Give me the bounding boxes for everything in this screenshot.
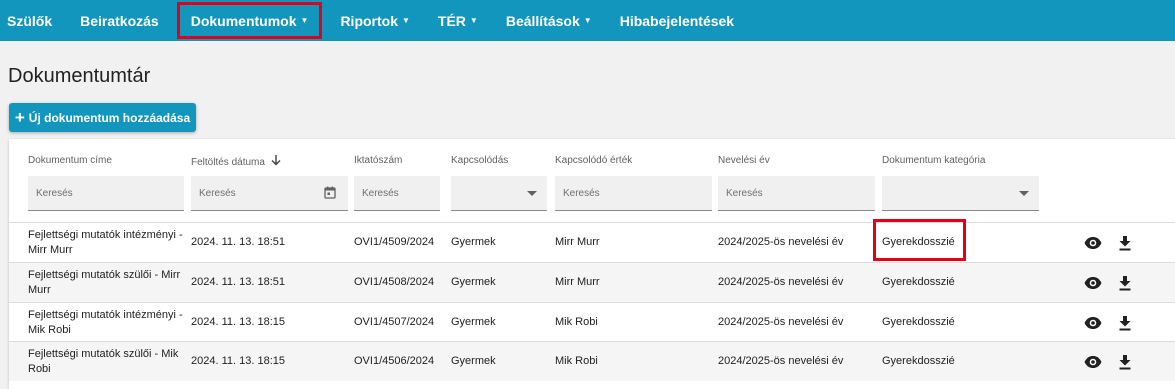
view-eye-icon[interactable] — [1084, 314, 1102, 332]
filter-category-select[interactable] — [882, 176, 1039, 211]
column-header-title[interactable]: Dokumentum címe — [28, 155, 112, 166]
nav-item-beiratkozás[interactable]: Beiratkozás — [66, 0, 173, 41]
highlight-box — [873, 219, 966, 261]
cell-link_value: Mirr Murr — [555, 236, 600, 248]
nav-item-tér[interactable]: TÉR ▼ — [424, 0, 492, 41]
column-header-label: Kapcsolódó érték — [555, 155, 633, 166]
cell-date: 2024. 11. 13. 18:15 — [191, 316, 285, 328]
filter-placeholder: Keresés — [362, 187, 399, 199]
nav-item-label: Szülők — [7, 12, 53, 29]
cell-date: 2024. 11. 13. 18:51 — [191, 276, 285, 288]
add-document-button[interactable]: + Új dokumentum hozzáadása — [9, 103, 196, 132]
cell-title: Fejlettségi mutatók szülői - Mik Robi — [28, 347, 179, 375]
filter-placeholder: Keresés — [36, 187, 73, 199]
cell-link_value: Mik Robi — [555, 316, 598, 328]
caret-down-icon: ▼ — [402, 16, 410, 25]
dropdown-arrow-icon[interactable] — [527, 191, 537, 196]
cell-link: Gyermek — [451, 236, 496, 248]
filter-date-input[interactable]: Keresés — [191, 176, 348, 211]
caret-down-icon: ▼ — [469, 16, 478, 25]
table-row[interactable]: Fejlettségi mutatók intézményi - Mik Rob… — [9, 302, 1175, 342]
cell-title: Fejlettségi mutatók intézményi - Mirr Mu… — [28, 228, 183, 256]
cell-category: Gyerekdosszié — [882, 355, 955, 367]
column-header-label: Dokumentum kategória — [882, 155, 986, 166]
nav-item-label: Dokumentumok — [190, 12, 297, 29]
cell-year: 2024/2025-ös nevelési év — [718, 276, 844, 288]
view-eye-icon[interactable] — [1084, 353, 1102, 371]
filter-ref-input[interactable]: Keresés — [354, 176, 440, 211]
documents-table: Dokumentum címe Keresés Feltöltés dátuma Ke… — [9, 139, 1175, 389]
filter-placeholder: Keresés — [726, 187, 763, 199]
plus-icon: + — [14, 107, 25, 127]
sort-arrow-down-icon[interactable] — [271, 155, 281, 169]
column-header-label: Nevelési év — [718, 155, 770, 166]
cell-year: 2024/2025-ös nevelési év — [718, 355, 844, 367]
add-document-label: Új dokumentum hozzáadása — [28, 110, 191, 125]
cell-ref: OVI1/4508/2024 — [354, 276, 435, 288]
calendar-icon[interactable] — [324, 186, 336, 202]
table-row[interactable]: Fejlettségi mutatók intézményi - Mirr Mu… — [9, 219, 1175, 262]
cell-date: 2024. 11. 13. 18:51 — [191, 236, 285, 248]
cell-link: Gyermek — [451, 355, 496, 367]
table-row[interactable]: Fejlettségi mutatók szülői - Mirr Murr 20… — [9, 262, 1175, 302]
cell-link: Gyermek — [451, 276, 496, 288]
nav-item-dokumentumok[interactable]: Dokumentumok ▼ — [176, 2, 323, 39]
cell-link_value: Mik Robi — [555, 355, 598, 367]
column-header-link_value[interactable]: Kapcsolódó érték — [555, 155, 632, 166]
nav-item-beállítások[interactable]: Beállítások ▼ — [492, 0, 606, 41]
download-icon[interactable] — [1116, 274, 1134, 292]
cell-year: 2024/2025-ös nevelési év — [718, 316, 844, 328]
view-eye-icon[interactable] — [1084, 234, 1102, 252]
column-header-label: Kapcsolódás — [451, 155, 509, 166]
column-header-category[interactable]: Dokumentum kategória — [882, 155, 985, 166]
nav-item-riportok[interactable]: Riportok ▼ — [326, 0, 423, 41]
top-navigation-bar: Szülők Beiratkozás Dokumentumok ▼ Riportok ▼ T… — [0, 0, 1175, 41]
cell-ref: OVI1/4509/2024 — [354, 236, 435, 248]
nav-item-label: Beiratkozás — [80, 12, 159, 29]
nav-item-label: Hibabejelentések — [619, 12, 735, 29]
column-header-label: Iktatószám — [354, 155, 403, 166]
page-title: Dokumentumtár — [8, 65, 151, 87]
filter-placeholder: Keresés — [563, 187, 600, 199]
column-header-label: Dokumentum címe — [28, 155, 112, 166]
cell-ref: OVI1/4506/2024 — [354, 355, 435, 367]
download-icon[interactable] — [1116, 314, 1134, 332]
column-header-year[interactable]: Nevelési év — [718, 155, 770, 166]
column-header-label: Feltöltés dátuma — [191, 156, 265, 168]
column-header-link[interactable]: Kapcsolódás — [451, 155, 508, 166]
cell-ref: OVI1/4507/2024 — [354, 316, 435, 328]
cell-category: Gyerekdosszié — [882, 316, 955, 328]
view-eye-icon[interactable] — [1084, 274, 1102, 292]
cell-link_value: Mirr Murr — [555, 276, 600, 288]
filter-year-input[interactable]: Keresés — [718, 176, 875, 211]
column-header-date[interactable]: Feltöltés dátuma — [191, 155, 281, 169]
filter-title-input[interactable]: Keresés — [28, 176, 184, 211]
download-icon[interactable] — [1116, 234, 1134, 252]
nav-item-label: TÉR — [437, 12, 466, 29]
cell-title: Fejlettségi mutatók intézményi - Mik Rob… — [28, 308, 183, 336]
cell-title: Fejlettségi mutatók szülői - Mirr Murr — [28, 268, 181, 296]
caret-down-icon: ▼ — [300, 16, 309, 25]
nav-item-szülők[interactable]: Szülők — [0, 0, 66, 41]
nav-item-label: Riportok — [340, 12, 398, 29]
table-row[interactable]: Fejlettségi mutatók szülői - Mik Robi 202… — [9, 341, 1175, 381]
cell-category: Gyerekdosszié — [882, 276, 955, 288]
cell-year: 2024/2025-ös nevelési év — [718, 236, 844, 248]
filter-link-select[interactable] — [451, 176, 547, 211]
caret-down-icon: ▼ — [583, 16, 592, 25]
column-header-ref[interactable]: Iktatószám — [354, 155, 402, 166]
filter-placeholder: Keresés — [199, 187, 236, 199]
cell-link: Gyermek — [451, 316, 496, 328]
nav-item-hibabejelentések[interactable]: Hibabejelentések — [606, 0, 748, 41]
dropdown-arrow-icon[interactable] — [1019, 191, 1029, 196]
filter-link_value-input[interactable]: Keresés — [555, 176, 712, 211]
cell-date: 2024. 11. 13. 18:15 — [191, 355, 285, 367]
nav-item-label: Beállítások — [505, 12, 580, 29]
download-icon[interactable] — [1116, 353, 1134, 371]
